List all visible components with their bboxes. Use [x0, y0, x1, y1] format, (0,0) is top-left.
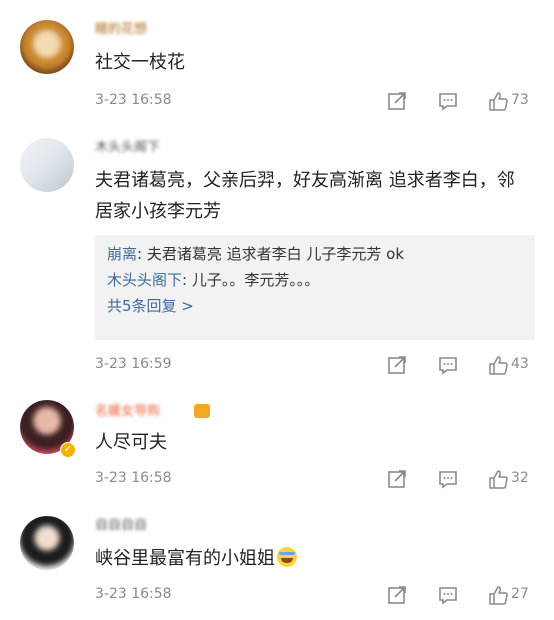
reply-item: 木头头阁下: 儿子。。李元芳。。。	[107, 271, 320, 289]
comment-meta: 3-23 16:58 32	[95, 466, 545, 492]
comment-text: 社交一枝花	[95, 52, 185, 73]
comment-item: 瞎的花想 社交一枝花 3-23 16:58 73	[0, 0, 554, 120]
comment-text-content: 峡谷里最富有的小姐姐	[95, 548, 275, 569]
timestamp: 3-23 16:59	[95, 356, 172, 372]
like-count: 27	[511, 586, 529, 602]
username[interactable]: 名媛女导购	[95, 405, 160, 419]
thumbs-up-icon[interactable]	[487, 468, 509, 490]
like-count: 32	[511, 470, 529, 486]
comment-icon[interactable]	[437, 354, 459, 376]
verified-badge-icon: ✓	[60, 442, 76, 458]
laugh-cry-emoji-icon	[277, 547, 297, 567]
like-count: 43	[511, 356, 529, 372]
comment-item: 自自自自 峡谷里最富有的小姐姐 3-23 16:58 27	[0, 500, 554, 620]
username[interactable]: 瞎的花想	[95, 23, 147, 37]
avatar[interactable]	[20, 516, 74, 570]
share-icon[interactable]	[386, 90, 408, 112]
comment-meta: 3-23 16:58 27	[95, 582, 545, 608]
thumbs-up-icon[interactable]	[487, 584, 509, 606]
timestamp: 3-23 16:58	[95, 92, 172, 108]
comment-icon[interactable]	[437, 90, 459, 112]
share-icon[interactable]	[386, 584, 408, 606]
reply-text: 儿子。。李元芳。。。	[191, 271, 320, 289]
comment-item: 木头头阁下 夫君诸葛亮，父亲后羿，好友高渐离 追求者李白，邻居家小孩李元芳 崩离…	[0, 120, 554, 382]
more-replies-link[interactable]: 共5条回复 >	[107, 293, 523, 319]
reply-text: 夫君诸葛亮 追求者李白 儿子李元芳 ok	[146, 245, 405, 263]
username[interactable]: 木头头阁下	[95, 141, 160, 155]
share-icon[interactable]	[386, 468, 408, 490]
comment-text: 人尽可夫	[95, 432, 167, 453]
comment-meta: 3-23 16:58 73	[95, 88, 545, 114]
comment-meta: 3-23 16:59 43	[95, 352, 545, 378]
thumbs-up-icon[interactable]	[487, 90, 509, 112]
reply-author[interactable]: 崩离	[107, 245, 137, 263]
member-badge-icon	[194, 404, 210, 418]
timestamp: 3-23 16:58	[95, 586, 172, 602]
comment-item: ✓ 名媛女导购 人尽可夫 3-23 16:58 32	[0, 382, 554, 500]
comment-icon[interactable]	[437, 468, 459, 490]
thumbs-up-icon[interactable]	[487, 354, 509, 376]
comment-text: 峡谷里最富有的小姐姐	[95, 543, 515, 574]
reply-item: 崩离: 夫君诸葛亮 追求者李白 儿子李元芳 ok	[107, 245, 405, 263]
share-icon[interactable]	[386, 354, 408, 376]
comment-icon[interactable]	[437, 584, 459, 606]
like-count: 73	[511, 92, 529, 108]
reply-author[interactable]: 木头头阁下	[107, 271, 182, 289]
comment-text: 夫君诸葛亮，父亲后羿，好友高渐离 追求者李白，邻居家小孩李元芳	[95, 170, 515, 222]
timestamp: 3-23 16:58	[95, 470, 172, 486]
avatar[interactable]	[20, 138, 74, 192]
username[interactable]: 自自自自	[95, 519, 147, 533]
reply-box: 崩离: 夫君诸葛亮 追求者李白 儿子李元芳 ok 木头头阁下: 儿子。。李元芳。…	[95, 235, 535, 340]
avatar[interactable]	[20, 20, 74, 74]
